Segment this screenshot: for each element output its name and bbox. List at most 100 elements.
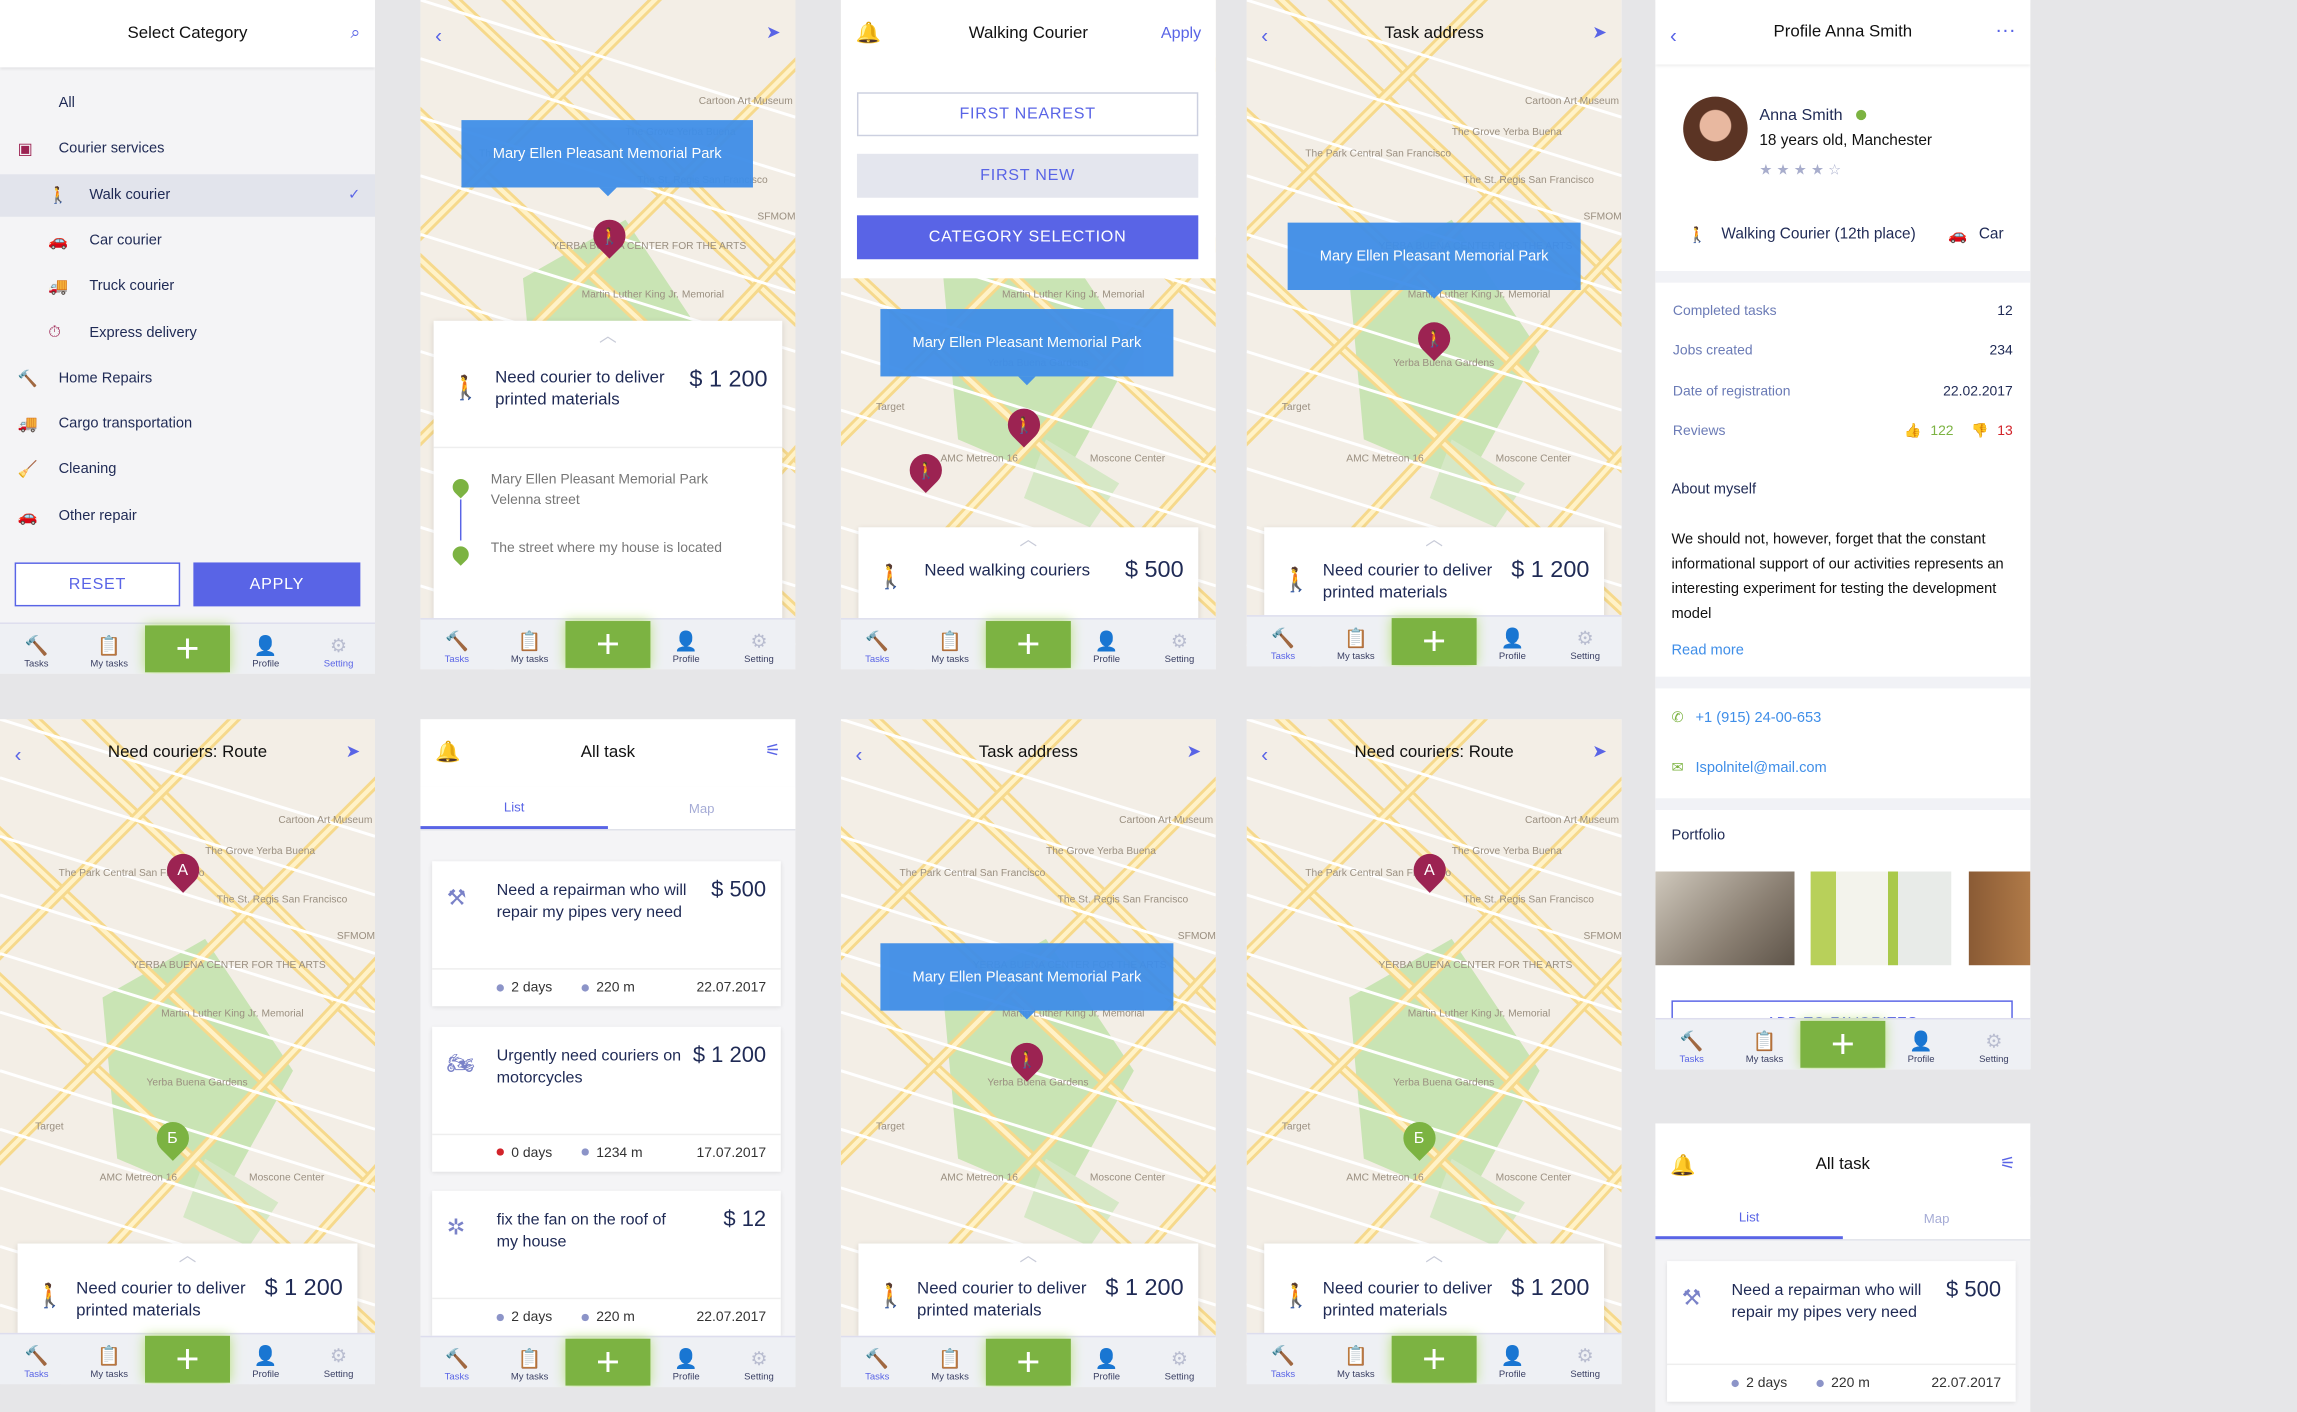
tab-setting[interactable]: ⚙ Setting bbox=[1549, 617, 1622, 667]
tab-mytasks[interactable]: 📋 My tasks bbox=[1319, 1334, 1392, 1384]
back-icon[interactable]: ‹ bbox=[435, 23, 442, 46]
tab-tasks[interactable]: 🔨 Tasks bbox=[841, 620, 914, 670]
reset-button[interactable]: RESET bbox=[14, 562, 181, 607]
tab-tasks[interactable]: 🔨 Tasks bbox=[0, 624, 73, 674]
tab-setting[interactable]: ⚙ Setting bbox=[723, 1337, 796, 1387]
task-card[interactable]: ︿ 🚶 Need courier to deliver printed mate… bbox=[433, 320, 783, 629]
add-task-button[interactable]: + bbox=[986, 1337, 1071, 1387]
bell-icon[interactable]: 🔔 bbox=[856, 21, 882, 46]
tab-profile[interactable]: 👤 Profile bbox=[650, 1337, 723, 1387]
chevron-up-icon[interactable]: ︿ bbox=[1011, 1246, 1046, 1264]
task-list-item[interactable]: 🏍 Urgently need couriers on motorcycles $ … bbox=[432, 1026, 781, 1172]
tab-mytasks[interactable]: 📋 My tasks bbox=[1728, 1019, 1801, 1069]
tab-mytasks[interactable]: 📋 My tasks bbox=[914, 620, 987, 670]
chevron-up-icon[interactable]: ︿ bbox=[1417, 530, 1452, 548]
tab-setting[interactable]: ⚙ Setting bbox=[723, 620, 796, 670]
tab-profile[interactable]: 👤 Profile bbox=[1476, 1334, 1549, 1384]
apply-link[interactable]: Apply bbox=[1161, 25, 1201, 43]
category-item[interactable]: 🚗 Other repair bbox=[0, 495, 375, 537]
back-icon[interactable]: ‹ bbox=[15, 743, 22, 766]
search-icon[interactable]: ⌕ bbox=[351, 22, 361, 44]
tab-setting[interactable]: ⚙ Setting bbox=[1549, 1334, 1622, 1384]
add-task-button[interactable]: + bbox=[566, 620, 650, 670]
chevron-up-icon[interactable]: ︿ bbox=[170, 1246, 205, 1264]
more-icon[interactable]: ··· bbox=[1995, 18, 2016, 41]
back-icon[interactable]: ‹ bbox=[1670, 23, 1677, 46]
task-list-item[interactable]: ⚒ Need a repairman who will repair my pip… bbox=[432, 861, 781, 1007]
task-card[interactable]: ︿ 🚶 Need courier to deliver printed mate… bbox=[858, 1243, 1199, 1338]
bell-icon[interactable]: 🔔 bbox=[1670, 1153, 1696, 1178]
tab-tasks[interactable]: 🔨 Tasks bbox=[0, 1334, 73, 1384]
location-bubble[interactable]: Mary Ellen Pleasant Memorial Park bbox=[880, 943, 1174, 1020]
tab-tasks[interactable]: 🔨 Tasks bbox=[1655, 1019, 1728, 1069]
category-item[interactable]: ⏱ Express delivery bbox=[0, 311, 375, 353]
filter-icon[interactable]: ⚟ bbox=[765, 740, 781, 761]
navigate-icon[interactable]: ➤ bbox=[766, 22, 781, 43]
apply-button[interactable]: APPLY bbox=[193, 562, 361, 607]
tab-setting[interactable]: ⚙ Setting bbox=[1143, 1337, 1216, 1387]
tab-tasks[interactable]: 🔨 Tasks bbox=[1247, 1334, 1320, 1384]
category-item[interactable]: All bbox=[0, 82, 375, 124]
tab-setting[interactable]: ⚙ Setting bbox=[302, 624, 375, 674]
tab-mytasks[interactable]: 📋 My tasks bbox=[493, 1337, 566, 1387]
tab-setting[interactable]: ⚙ Setting bbox=[302, 1334, 375, 1384]
tab-profile[interactable]: 👤 Profile bbox=[1476, 617, 1549, 667]
tab-list[interactable]: List bbox=[420, 787, 608, 830]
back-icon[interactable]: ‹ bbox=[1261, 743, 1268, 766]
tab-profile[interactable]: 👤 Profile bbox=[1070, 1337, 1143, 1387]
bell-icon[interactable]: 🔔 bbox=[435, 740, 461, 765]
tab-mytasks[interactable]: 📋 My tasks bbox=[1319, 617, 1392, 667]
category-item[interactable]: 🚚 Truck courier bbox=[0, 265, 375, 307]
tab-profile[interactable]: 👤 Profile bbox=[1070, 620, 1143, 670]
navigate-icon[interactable]: ➤ bbox=[1186, 741, 1201, 762]
phone-link[interactable]: +1 (915) 24-00-653 bbox=[1695, 710, 1821, 726]
tab-mytasks[interactable]: 📋 My tasks bbox=[914, 1337, 987, 1387]
tab-tasks[interactable]: 🔨 Tasks bbox=[841, 1337, 914, 1387]
portfolio-image[interactable] bbox=[1655, 871, 1795, 966]
tab-profile[interactable]: 👤 Profile bbox=[650, 620, 723, 670]
add-task-button[interactable]: + bbox=[145, 624, 230, 674]
back-icon[interactable]: ‹ bbox=[856, 743, 863, 766]
tab-profile[interactable]: 👤 Profile bbox=[229, 1334, 302, 1384]
first-nearest-button[interactable]: FIRST NEAREST bbox=[856, 92, 1199, 137]
task-card[interactable]: ︿ 🚶 Need courier to deliver printed mate… bbox=[17, 1243, 358, 1338]
task-card[interactable]: ︿ 🚶 Need courier to deliver printed mate… bbox=[1264, 527, 1605, 622]
task-list-item[interactable]: ✲ fix the fan on the roof of my house $ 12… bbox=[432, 1190, 781, 1336]
tab-setting[interactable]: ⚙ Setting bbox=[1958, 1019, 2031, 1069]
add-task-button[interactable]: + bbox=[1800, 1019, 1885, 1069]
add-task-button[interactable]: + bbox=[1392, 1334, 1477, 1384]
location-bubble[interactable]: Mary Ellen Pleasant Memorial Park bbox=[461, 120, 753, 197]
tab-tasks[interactable]: 🔨 Tasks bbox=[420, 1337, 493, 1387]
navigate-icon[interactable]: ➤ bbox=[1592, 22, 1607, 43]
tab-profile[interactable]: 👤 Profile bbox=[229, 624, 302, 674]
add-task-button[interactable]: + bbox=[145, 1334, 230, 1384]
tab-mytasks[interactable]: 📋 My tasks bbox=[493, 620, 566, 670]
category-item[interactable]: 🧹 Cleaning bbox=[0, 449, 375, 491]
category-item[interactable]: 🚚 Cargo transportation bbox=[0, 403, 375, 445]
add-task-button[interactable]: + bbox=[566, 1337, 650, 1387]
portfolio-image[interactable] bbox=[1810, 871, 1952, 966]
thumbs-up-icon[interactable]: 👍 bbox=[1904, 423, 1921, 439]
tab-map[interactable]: Map bbox=[608, 787, 796, 829]
add-task-button[interactable]: + bbox=[986, 620, 1071, 670]
tab-list[interactable]: List bbox=[1655, 1197, 1843, 1240]
tab-tasks[interactable]: 🔨 Tasks bbox=[420, 620, 493, 670]
task-card[interactable]: ︿ 🚶 Need courier to deliver printed mate… bbox=[1264, 1243, 1605, 1338]
location-bubble[interactable]: Mary Ellen Pleasant Memorial Park bbox=[880, 309, 1174, 386]
category-selection-button[interactable]: CATEGORY SELECTION bbox=[856, 215, 1199, 260]
thumbs-down-icon[interactable]: 👎 bbox=[1971, 423, 1988, 439]
tab-profile[interactable]: 👤 Profile bbox=[1885, 1019, 1958, 1069]
chevron-up-icon[interactable]: ︿ bbox=[1417, 1246, 1452, 1264]
tab-mytasks[interactable]: 📋 My tasks bbox=[73, 624, 146, 674]
tab-map[interactable]: Map bbox=[1843, 1197, 2031, 1239]
filter-icon[interactable]: ⚟ bbox=[2000, 1153, 2016, 1174]
chevron-up-icon[interactable]: ︿ bbox=[590, 327, 625, 345]
portfolio-image[interactable] bbox=[1968, 871, 2031, 966]
category-item[interactable]: ▣ Courier services bbox=[0, 128, 375, 170]
navigate-icon[interactable]: ➤ bbox=[346, 741, 361, 762]
navigate-icon[interactable]: ➤ bbox=[1592, 741, 1607, 762]
task-card[interactable]: ︿ 🚶 Need walking couriers $ 500 bbox=[858, 527, 1199, 622]
read-more-link[interactable]: Read more bbox=[1671, 643, 1743, 659]
email-link[interactable]: Ispolnitel@mail.com bbox=[1695, 760, 1826, 776]
back-icon[interactable]: ‹ bbox=[1261, 23, 1268, 46]
